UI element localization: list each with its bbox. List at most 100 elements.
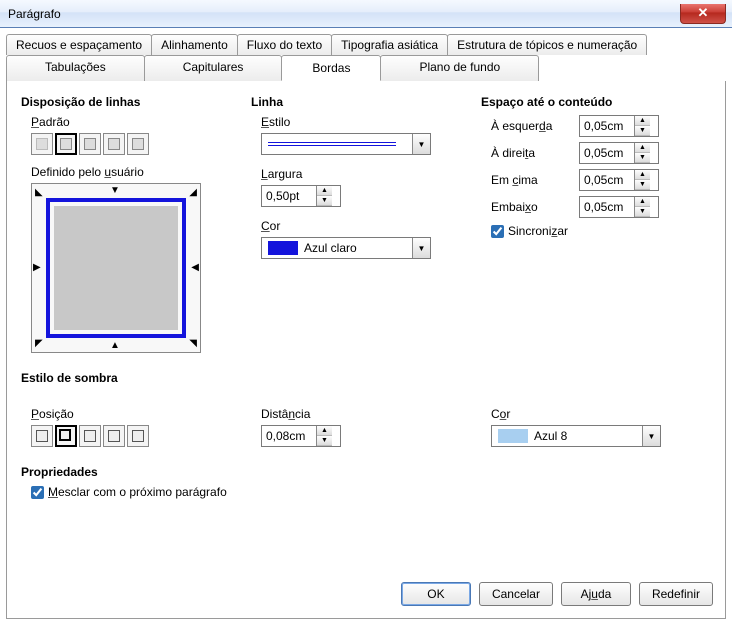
window-title: Parágrafo — [8, 7, 61, 21]
style-select[interactable]: ▼ — [261, 133, 431, 155]
arrow-t: ▼ — [110, 185, 120, 196]
arrow-tr: ◢ — [189, 187, 197, 198]
merge-check[interactable]: Mesclar com o próximo parágrafo — [31, 485, 711, 499]
shadow-br[interactable] — [55, 425, 77, 447]
titlebar: Parágrafo ✕ — [0, 0, 732, 28]
close-icon: ✕ — [698, 5, 709, 21]
width-label: Largura — [261, 167, 481, 181]
shadow-color-label: Cor — [491, 407, 711, 421]
spacing-top-spinner[interactable]: ▲▼ — [579, 169, 659, 191]
reset-button[interactable]: Redefinir — [639, 582, 713, 606]
color-select[interactable]: Azul claro ▼ — [261, 237, 431, 259]
tab-tabs[interactable]: Tabulações — [6, 55, 145, 81]
shadow-distance-label: Distância — [261, 407, 481, 421]
tab-textflow[interactable]: Fluxo do texto — [237, 34, 332, 55]
merge-checkbox[interactable] — [31, 486, 44, 499]
spin-buttons[interactable]: ▲▼ — [634, 143, 650, 163]
color-swatch — [268, 241, 298, 255]
tab-borders[interactable]: Bordas — [281, 55, 381, 81]
spacing-left-label: À esquerda — [491, 119, 571, 133]
line-arrangement-section: Disposição de linhas Padrão Definido pel… — [21, 95, 251, 353]
preview-border — [46, 198, 186, 338]
shadow-distance-input[interactable] — [262, 429, 316, 443]
tab-indents[interactable]: Recuos e espaçamento — [6, 34, 152, 55]
width-input[interactable] — [262, 189, 316, 203]
width-spinner[interactable]: ▲▼ — [261, 185, 341, 207]
spacing-left-input[interactable] — [580, 119, 634, 133]
width-spin-buttons[interactable]: ▲▼ — [316, 186, 332, 206]
user-defined-label: Definido pelo usuário — [31, 165, 251, 179]
sync-check[interactable]: Sincronizar — [491, 224, 711, 238]
preset-row — [31, 133, 251, 155]
tab-dropcaps[interactable]: Capitulares — [144, 55, 283, 81]
color-label: Cor — [261, 219, 481, 233]
shadow-tl[interactable] — [127, 425, 149, 447]
spacing-bottom-input[interactable] — [580, 200, 634, 214]
style-label: Estilo — [261, 115, 481, 129]
spacing-top-label: Em cima — [491, 173, 571, 187]
default-label: Padrão — [31, 115, 251, 129]
spacing-left-spinner[interactable]: ▲▼ — [579, 115, 659, 137]
spacing-section: Espaço até o conteúdo À esquerda ▲▼ À di… — [481, 95, 711, 353]
arrow-r: ◀ — [191, 262, 199, 273]
line-section: Linha Estilo ▼ Largura ▲▼ Cor Azul claro — [251, 95, 481, 353]
spacing-right-spinner[interactable]: ▲▼ — [579, 142, 659, 164]
merge-label: Mesclar com o próximo parágrafo — [48, 485, 227, 499]
shadow-color-dropdown-icon: ▼ — [642, 426, 660, 446]
tab-background[interactable]: Plano de fundo — [380, 55, 539, 81]
cancel-button[interactable]: Cancelar — [479, 582, 553, 606]
shadow-color-select[interactable]: Azul 8 ▼ — [491, 425, 661, 447]
ok-button[interactable]: OK — [401, 582, 471, 606]
spacing-right-label: À direita — [491, 146, 571, 160]
preset-3[interactable] — [103, 133, 125, 155]
arrow-br: ◥ — [189, 338, 197, 349]
arrow-b: ▲ — [110, 340, 120, 351]
spacing-bottom-label: Embaixo — [491, 200, 571, 214]
shadow-color-swatch — [498, 429, 528, 443]
shadow-title: Estilo de sombra — [21, 371, 711, 385]
spin-buttons[interactable]: ▲▼ — [316, 426, 332, 446]
tab-outline[interactable]: Estrutura de tópicos e numeração — [447, 34, 647, 55]
color-value: Azul claro — [304, 241, 412, 255]
spacing-bottom-spinner[interactable]: ▲▼ — [579, 196, 659, 218]
preset-none[interactable] — [31, 133, 53, 155]
dialog-buttons: OK Cancelar Ajuda Redefinir — [401, 582, 713, 606]
shadow-distance-spinner[interactable]: ▲▼ — [261, 425, 341, 447]
preset-shadow[interactable] — [79, 133, 101, 155]
shadow-color-col: Cor Azul 8 ▼ — [481, 403, 711, 447]
properties-title: Propriedades — [21, 465, 711, 479]
shadow-distance-col: Distância ▲▼ — [251, 403, 481, 447]
spacing-top-input[interactable] — [580, 173, 634, 187]
spacing-title: Espaço até o conteúdo — [481, 95, 711, 109]
tab-area: Recuos e espaçamento Alinhamento Fluxo d… — [0, 28, 732, 619]
shadow-none[interactable] — [31, 425, 53, 447]
spacing-right-input[interactable] — [580, 146, 634, 160]
tab-content: Disposição de linhas Padrão Definido pel… — [6, 81, 726, 619]
shadow-bl[interactable] — [103, 425, 125, 447]
line-title: Linha — [251, 95, 481, 109]
preset-box[interactable] — [55, 133, 77, 155]
arrow-l: ▶ — [33, 262, 41, 273]
tab-alignment[interactable]: Alinhamento — [151, 34, 238, 55]
shadow-presets — [31, 425, 251, 447]
arrow-bl: ◤ — [35, 338, 43, 349]
user-defined-preview[interactable]: ◣ ◢ ◤ ◥ ▼ ▲ ▶ ◀ — [31, 183, 201, 353]
shadow-color-value: Azul 8 — [534, 429, 642, 443]
sync-checkbox[interactable] — [491, 225, 504, 238]
tab-row-1: Recuos e espaçamento Alinhamento Fluxo d… — [6, 34, 726, 55]
shadow-position-label: Posição — [31, 407, 251, 421]
style-preview — [262, 142, 402, 146]
spin-buttons[interactable]: ▲▼ — [634, 170, 650, 190]
close-button[interactable]: ✕ — [680, 4, 726, 24]
spin-buttons[interactable]: ▲▼ — [634, 197, 650, 217]
spin-buttons[interactable]: ▲▼ — [634, 116, 650, 136]
color-dropdown-icon: ▼ — [412, 238, 430, 258]
help-button[interactable]: Ajuda — [561, 582, 631, 606]
sync-label: Sincronizar — [508, 224, 568, 238]
preset-4[interactable] — [127, 133, 149, 155]
shadow-position-col: Posição — [21, 403, 251, 447]
tab-asian[interactable]: Tipografia asiática — [331, 34, 448, 55]
arrow-tl: ◣ — [35, 187, 43, 198]
shadow-tr[interactable] — [79, 425, 101, 447]
line-arrangement-title: Disposição de linhas — [21, 95, 251, 109]
